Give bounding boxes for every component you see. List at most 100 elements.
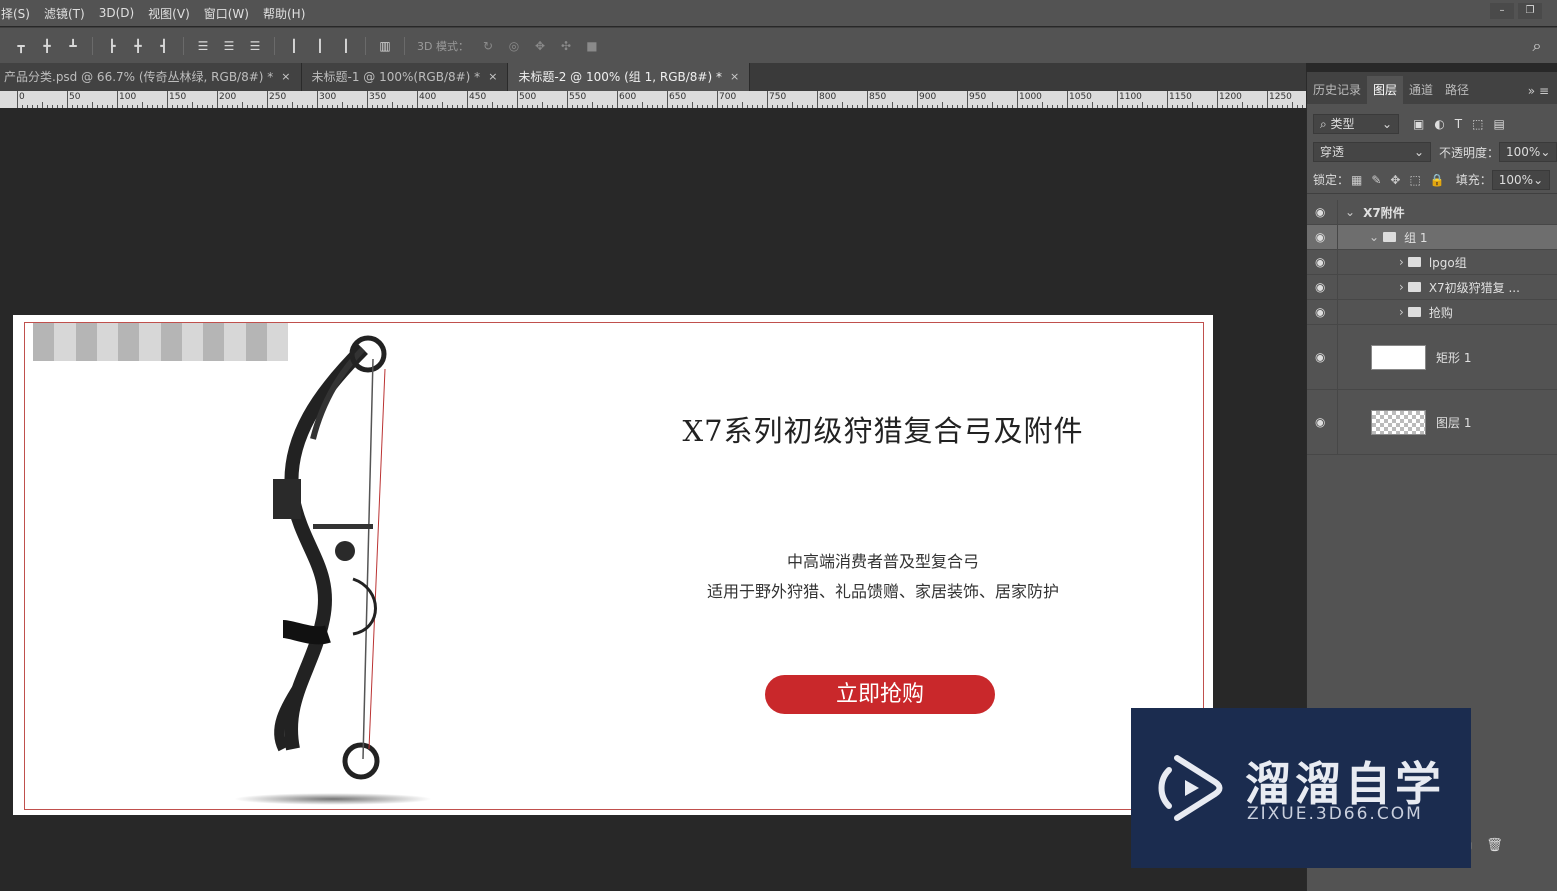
- chevron-down-icon[interactable]: ⌄: [1345, 205, 1355, 219]
- ruler-label: 850: [869, 92, 887, 102]
- layer-group-x7[interactable]: ◉ ⌄ X7附件: [1307, 200, 1557, 225]
- ruler-major-tick: [117, 91, 118, 108]
- 3d-pan-icon[interactable]: ✥: [533, 39, 547, 53]
- ruler-label: 450: [469, 92, 487, 102]
- opacity-label: 不透明度：: [1439, 145, 1500, 160]
- menu-view[interactable]: 视图(V): [141, 5, 197, 22]
- buy-now-button[interactable]: 立即抢购: [765, 675, 995, 714]
- tab-untitled-1[interactable]: 未标题-1 @ 100%(RGB/8#) * ×: [301, 63, 509, 91]
- layer-thumbnail: [1371, 344, 1426, 370]
- subtitle-line-2: 适用于野外狩猎、礼品馈赠、家居装饰、居家防护: [706, 582, 1059, 601]
- distribute-top-icon[interactable]: ☰: [196, 39, 210, 53]
- distribute-bottom-icon[interactable]: ☰: [248, 39, 262, 53]
- layer-name: X7初级狩猎复 ...: [1428, 280, 1520, 295]
- tab-paths[interactable]: 路径: [1439, 76, 1475, 104]
- chevron-right-icon[interactable]: ›: [1399, 280, 1404, 294]
- fill-input[interactable]: 100% ⌄: [1491, 169, 1550, 190]
- menu-select[interactable]: 择(S): [0, 5, 37, 22]
- ruler-major-tick: [967, 91, 968, 108]
- close-icon[interactable]: ×: [730, 63, 739, 91]
- eye-icon[interactable]: ◉: [1315, 280, 1325, 294]
- align-left-icon[interactable]: ┣: [105, 39, 119, 53]
- ruler-label: 400: [419, 92, 437, 102]
- ruler-label: 800: [819, 92, 837, 102]
- filter-kind-label: 类型: [1330, 117, 1355, 131]
- close-icon[interactable]: ×: [281, 63, 290, 91]
- menu-help[interactable]: 帮助(H): [256, 5, 312, 22]
- filter-kind-select[interactable]: ⌕ 类型 ⌄: [1313, 114, 1399, 134]
- 3d-slide-icon[interactable]: ✣: [559, 39, 573, 53]
- layer-group-x7-title[interactable]: ◉ › X7初级狩猎复 ...: [1307, 275, 1557, 300]
- ruler-major-tick: [167, 91, 168, 108]
- eye-icon[interactable]: ◉: [1315, 255, 1325, 269]
- tab-layers[interactable]: 图层: [1367, 76, 1404, 104]
- ruler-major-tick: [917, 91, 918, 108]
- ruler-label: 350: [369, 92, 387, 102]
- delete-layer-icon[interactable]: 🗑: [1486, 838, 1503, 853]
- folder-icon: [1383, 232, 1397, 242]
- layer-name: 抢购: [1428, 305, 1453, 320]
- ruler-label: 750: [769, 92, 787, 102]
- layer-1[interactable]: ◉ 图层 1: [1307, 390, 1557, 455]
- ruler-label: 1100: [1119, 92, 1142, 102]
- ruler-label: 100: [119, 92, 137, 102]
- close-icon[interactable]: ×: [488, 63, 497, 91]
- menu-3d[interactable]: 3D(D): [92, 6, 141, 20]
- opacity-input[interactable]: 100% ⌄: [1499, 142, 1557, 162]
- auto-align-icon[interactable]: ▥: [378, 39, 392, 53]
- menu-filter[interactable]: 滤镜(T): [37, 5, 92, 22]
- eye-icon[interactable]: ◉: [1315, 415, 1325, 429]
- layer-group-logo[interactable]: ◉ › lpgo组: [1307, 250, 1557, 275]
- align-top-icon[interactable]: ┳: [14, 39, 28, 53]
- menu-window[interactable]: 窗口(W): [197, 5, 256, 22]
- distribute-right-icon[interactable]: ┃: [339, 39, 353, 53]
- chevron-down-icon[interactable]: ⌄: [1369, 230, 1379, 244]
- ruler-label: 550: [569, 92, 587, 102]
- chevron-down-icon: ⌄: [1533, 172, 1544, 187]
- ruler-major-tick: [67, 91, 68, 108]
- 3d-roll-icon[interactable]: ◎: [507, 39, 521, 53]
- filter-icons[interactable]: ▣◐T⬚▤: [1413, 117, 1515, 131]
- eye-icon[interactable]: ◉: [1315, 205, 1325, 219]
- align-right-icon[interactable]: ┫: [157, 39, 171, 53]
- align-vcenter-icon[interactable]: ╋: [40, 39, 54, 53]
- ruler-major-tick: [267, 91, 268, 108]
- tab-untitled-2[interactable]: 未标题-2 @ 100% (组 1, RGB/8#) * ×: [508, 63, 751, 91]
- distribute-left-icon[interactable]: ┃: [287, 39, 301, 53]
- banner-artboard[interactable]: X7系列初级狩猎复合弓及附件 中高端消费者普及型复合弓 适用于野外狩猎、礼品馈赠…: [13, 315, 1213, 815]
- ruler-major-tick: [867, 91, 868, 108]
- ruler-major-tick: [467, 91, 468, 108]
- align-hcenter-icon[interactable]: ╋: [131, 39, 145, 53]
- chevron-right-icon[interactable]: ›: [1399, 305, 1404, 319]
- lock-icons[interactable]: ▦✎✥⬚🔒: [1351, 173, 1454, 187]
- eye-icon[interactable]: ◉: [1315, 350, 1325, 364]
- distribute-hcenter-icon[interactable]: ┃: [313, 39, 327, 53]
- horizontal-ruler[interactable]: 0 50 100 150 200 250 300 350 400 450 500 550 600 650 7…: [0, 91, 1306, 108]
- align-bottom-icon[interactable]: ┻: [66, 39, 80, 53]
- layer-group-buy[interactable]: ◉ › 抢购: [1307, 300, 1557, 325]
- chevron-right-icon[interactable]: ›: [1399, 255, 1404, 269]
- blend-mode-select[interactable]: 穿透 ⌄: [1313, 142, 1431, 162]
- layer-rectangle-1[interactable]: ◉ 矩形 1: [1307, 325, 1557, 390]
- panel-menu-icon[interactable]: » ≡: [1520, 84, 1557, 104]
- lock-row: 锁定： ▦✎✥⬚🔒 填充： 100% ⌄: [1307, 166, 1557, 194]
- lock-label: 锁定：: [1313, 173, 1350, 187]
- canvas-area[interactable]: X7系列初级狩猎复合弓及附件 中高端消费者普及型复合弓 适用于野外狩猎、礼品馈赠…: [0, 108, 1306, 891]
- restore-button[interactable]: ❐: [1518, 3, 1542, 19]
- ruler-major-tick: [367, 91, 368, 108]
- tab-product-category[interactable]: 产品分类.psd @ 66.7% (传奇丛林绿, RGB/8#) * ×: [0, 63, 302, 91]
- 3d-scale-icon[interactable]: ■: [585, 39, 599, 53]
- minimize-button[interactable]: –: [1490, 3, 1514, 19]
- ruler-label: 1000: [1019, 92, 1042, 102]
- tab-channels[interactable]: 通道: [1403, 76, 1439, 104]
- tab-history[interactable]: 历史记录: [1307, 76, 1367, 104]
- ruler-major-tick: [667, 91, 668, 108]
- 3d-rotate-icon[interactable]: ↻: [481, 39, 495, 53]
- eye-icon[interactable]: ◉: [1315, 305, 1325, 319]
- distribute-vcenter-icon[interactable]: ☰: [222, 39, 236, 53]
- search-icon[interactable]: ⌕: [1530, 36, 1544, 55]
- layer-name: lpgo组: [1428, 255, 1467, 270]
- ruler-major-tick: [217, 91, 218, 108]
- eye-icon[interactable]: ◉: [1315, 230, 1325, 244]
- layer-group-1[interactable]: ◉ ⌄ 组 1: [1307, 225, 1557, 250]
